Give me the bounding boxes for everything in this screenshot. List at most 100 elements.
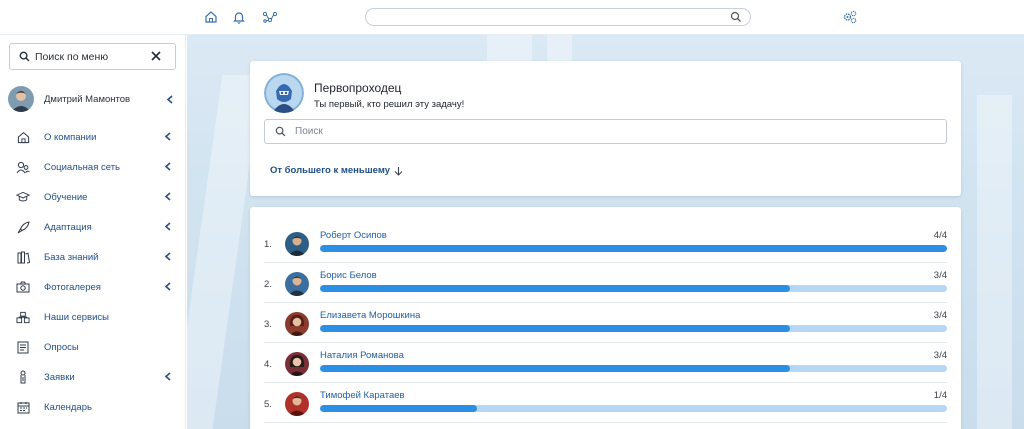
table-row[interactable]: 4. Наталия Романова 3/4 (264, 343, 947, 383)
progress-bar (320, 405, 947, 412)
rank: 3. (264, 319, 272, 330)
achievement-badge-icon (264, 73, 304, 113)
survey-icon (16, 340, 30, 354)
achievement-card: Первопроходец Ты первый, кто решил эту з… (250, 61, 961, 196)
sidebar-item-services[interactable]: Наши сервисы (0, 302, 186, 332)
progress-fill (320, 365, 791, 372)
score: 3/4 (933, 270, 947, 281)
search-icon (275, 126, 286, 137)
table-row[interactable]: 1. Роберт Осипов 4/4 (264, 223, 947, 263)
network-icon[interactable] (261, 8, 279, 26)
sidebar-item-gallery[interactable]: Фотогалерея (0, 272, 186, 302)
chevron-left-icon[interactable] (164, 372, 172, 384)
global-search-input[interactable] (365, 8, 751, 26)
camera-icon (16, 280, 30, 294)
sidebar-item-label: Социальная сеть (44, 161, 120, 173)
sidebar-item-label: Обучение (44, 191, 88, 203)
avatar (285, 272, 309, 296)
participant-name[interactable]: Тимофей Каратаев (320, 390, 405, 401)
chevron-left-icon[interactable] (164, 162, 172, 174)
avatar (285, 232, 309, 256)
achievement-title: Первопроходец (314, 81, 402, 95)
avatar (285, 352, 309, 376)
progress-fill (320, 325, 791, 332)
top-bar (0, 0, 1024, 35)
sidebar-item-surveys[interactable]: Опросы (0, 332, 186, 362)
participant-name[interactable]: Наталия Романова (320, 350, 404, 361)
books-icon (16, 250, 30, 264)
score: 1/4 (933, 390, 947, 401)
sidebar-item-label: Фотогалерея (44, 281, 101, 293)
chevron-left-icon[interactable] (166, 95, 174, 107)
sidebar-item-label: О компании (44, 131, 97, 143)
bell-icon[interactable] (230, 8, 248, 26)
rank: 2. (264, 279, 272, 290)
table-row[interactable]: 5. Тимофей Каратаев 1/4 (264, 383, 947, 423)
home-icon (16, 130, 30, 144)
sidebar-item-calendar[interactable]: Календарь (0, 392, 186, 422)
achievement-description: Ты первый, кто решил эту задачу! (314, 99, 465, 110)
progress-fill (320, 285, 791, 292)
score: 3/4 (933, 350, 947, 361)
chevron-left-icon[interactable] (164, 132, 172, 144)
progress-bar (320, 245, 947, 252)
graduation-cap-icon (16, 190, 30, 204)
services-icon (16, 310, 30, 324)
people-icon (16, 160, 30, 174)
table-row[interactable]: 3. Елизавета Морошкина 3/4 (264, 303, 947, 343)
chevron-left-icon[interactable] (164, 282, 172, 294)
sidebar-menu: О компании Социальная сеть Обучение Адап… (0, 122, 186, 422)
table-row[interactable]: 2. Борис Белов 3/4 (264, 263, 947, 303)
participant-search-input[interactable]: Поиск (264, 119, 947, 144)
sidebar-item-requests[interactable]: Заявки (0, 362, 186, 392)
user-name: Дмитрий Мамонтов (44, 93, 131, 105)
search-icon[interactable] (730, 11, 742, 26)
settings-cluster-icon[interactable] (841, 8, 859, 26)
sidebar-item-label: База знаний (44, 251, 99, 263)
avatar (8, 86, 34, 112)
sidebar-item-knowledge[interactable]: База знаний (0, 242, 186, 272)
progress-bar (320, 365, 947, 372)
sidebar-item-label: Опросы (44, 341, 79, 353)
menu-search-field[interactable]: Поиск по меню (9, 43, 176, 70)
close-icon[interactable] (150, 50, 162, 65)
avatar (285, 392, 309, 416)
rocket-icon (16, 220, 30, 234)
chevron-left-icon[interactable] (164, 252, 172, 264)
home-icon[interactable] (202, 8, 220, 26)
rank: 5. (264, 399, 272, 410)
score: 4/4 (933, 230, 947, 241)
participant-name[interactable]: Борис Белов (320, 270, 377, 281)
menu-search-label: Поиск по меню (35, 50, 109, 63)
sidebar-item-social[interactable]: Социальная сеть (0, 152, 186, 182)
sidebar-item-label: Наши сервисы (44, 311, 109, 323)
progress-fill (320, 405, 477, 412)
progress-bar (320, 325, 947, 332)
search-placeholder: Поиск (295, 126, 323, 137)
sort-toggle[interactable]: От большего к меньшему (270, 165, 403, 176)
progress-bar (320, 285, 947, 292)
sort-label: От большего к меньшему (270, 165, 391, 176)
sidebar: Поиск по меню Дмитрий Мамонтов О компани… (0, 35, 186, 429)
sidebar-item-label: Адаптация (44, 221, 92, 233)
user-profile[interactable]: Дмитрий Мамонтов (8, 86, 178, 112)
chevron-left-icon[interactable] (164, 222, 172, 234)
calendar-icon (16, 400, 30, 414)
progress-fill (320, 245, 947, 252)
sidebar-item-label: Календарь (44, 401, 92, 413)
arrow-down-icon (394, 166, 403, 176)
search-icon (19, 51, 30, 62)
chevron-left-icon[interactable] (164, 192, 172, 204)
rank: 4. (264, 359, 272, 370)
leaderboard-card: 1. Роберт Осипов 4/4 2. Борис Белов 3/4 … (250, 207, 961, 429)
sidebar-item-adaptation[interactable]: Адаптация (0, 212, 186, 242)
sidebar-item-company[interactable]: О компании (0, 122, 186, 152)
request-icon (16, 370, 30, 384)
participant-name[interactable]: Елизавета Морошкина (320, 310, 420, 321)
avatar (285, 312, 309, 336)
rank: 1. (264, 239, 272, 250)
sidebar-item-learning[interactable]: Обучение (0, 182, 186, 212)
participant-name[interactable]: Роберт Осипов (320, 230, 387, 241)
score: 3/4 (933, 310, 947, 321)
sidebar-item-label: Заявки (44, 371, 75, 383)
